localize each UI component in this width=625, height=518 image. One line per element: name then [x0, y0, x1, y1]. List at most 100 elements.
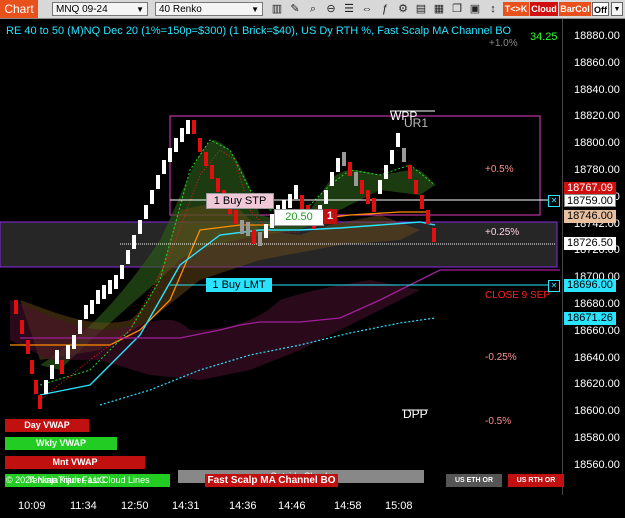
price-tick: 18680.00	[574, 298, 620, 310]
buy-stp-order-label[interactable]: 1 Buy STP	[206, 193, 274, 209]
chart-title: RE 40 to 50 (M)NQ Dec 20 (1%=150p=$300) …	[6, 25, 512, 37]
ur1-label: UR1	[404, 116, 429, 130]
renko-brick	[366, 190, 370, 204]
instrument-selector[interactable]: MNQ 09-24 ▼	[52, 2, 148, 16]
renko-brick	[210, 165, 214, 179]
templates-icon[interactable]: ▦	[432, 2, 446, 16]
pin-icon[interactable]: ↕	[486, 2, 500, 16]
renko-brick	[378, 180, 382, 194]
price-tick: 18860.00	[574, 56, 620, 69]
renko-brick	[14, 300, 18, 314]
day-vwap-label: Day VWAP	[5, 419, 89, 432]
time-tick: 14:31	[172, 500, 200, 512]
time-tick: 14:36	[229, 500, 257, 512]
price-tick: 18600.00	[574, 405, 620, 418]
mnt-vwap-label: Mnt VWAP	[5, 456, 145, 469]
instrument-value: MNQ 09-24	[56, 4, 108, 15]
time-tick: 15:08	[385, 500, 413, 512]
strategies-icon[interactable]: ⚙	[396, 2, 410, 16]
renko-brick	[234, 210, 238, 224]
cancel-lmt-icon[interactable]: ✕	[548, 280, 560, 292]
buy-lmt-order-label[interactable]: 1 Buy LMT	[206, 278, 272, 292]
renko-brick	[26, 340, 30, 354]
renko-brick	[330, 172, 334, 186]
renko-brick	[168, 148, 172, 162]
renko-brick	[198, 138, 202, 152]
renko-brick	[300, 195, 304, 209]
renko-brick	[156, 175, 160, 189]
renko-brick	[55, 350, 59, 364]
dpp-label: DPP	[403, 407, 428, 421]
indicators-icon[interactable]: ƒ	[378, 2, 392, 16]
price-tick: 18560.00	[574, 458, 620, 471]
window-icon[interactable]: ❐	[450, 2, 464, 16]
renko-brick	[396, 133, 400, 147]
renko-brick	[204, 152, 208, 166]
renko-brick	[246, 222, 250, 236]
renko-brick	[50, 365, 54, 379]
time-tick: 12:50	[121, 500, 149, 512]
plus-05-label: +0.5%	[485, 164, 514, 175]
renko-brick	[126, 250, 130, 264]
time-tick: 11:34	[70, 500, 97, 512]
renko-brick	[324, 190, 328, 204]
price-box-3: 18746.00	[564, 210, 616, 223]
renko-brick	[60, 360, 64, 374]
price-tick: 18660.00	[574, 324, 620, 337]
buy-stp-qty-label[interactable]: 1	[323, 209, 337, 224]
renko-brick	[258, 232, 262, 246]
renko-brick	[132, 235, 136, 249]
time-tick: 14:58	[334, 500, 362, 512]
off-dropdown-chevron-icon[interactable]: ▼	[611, 2, 623, 16]
fast-scalp-label: Fast Scalp MA Channel BO	[205, 474, 338, 487]
us-rth-or-label: US RTH OR	[508, 474, 564, 487]
scroll-icon[interactable]: ⇔	[360, 2, 374, 16]
renko-brick	[342, 152, 346, 166]
renko-brick	[96, 290, 100, 304]
bar-type-selector[interactable]: 40 Renko ▼	[155, 2, 263, 16]
draw-tool-icon[interactable]: ✎	[288, 2, 302, 16]
renko-brick	[408, 165, 412, 179]
renko-brick	[186, 120, 190, 134]
barcol-toggle-button[interactable]: BarCol	[559, 2, 591, 16]
cancel-stp-icon[interactable]: ✕	[548, 195, 560, 207]
tk-toggle-button[interactable]: T<>K	[503, 2, 529, 16]
zoom-icon[interactable]: ⌕	[306, 2, 320, 16]
properties-icon[interactable]: ☰	[342, 2, 356, 16]
price-tick: 18780.00	[574, 164, 620, 176]
time-tick: 10:09	[18, 500, 46, 512]
price-tick: 18580.00	[574, 432, 620, 444]
renko-brick	[102, 285, 106, 299]
bar-style-icon[interactable]: ▥	[270, 2, 284, 16]
cloud-toggle-button[interactable]: Cloud	[530, 2, 558, 16]
price-box-5: 18696.00	[564, 279, 616, 292]
renko-brick	[402, 148, 406, 162]
renko-brick	[138, 220, 142, 234]
price-box-6: 18671.26	[564, 312, 616, 325]
lock-icon[interactable]: ▣	[468, 2, 482, 16]
renko-brick	[372, 198, 376, 212]
time-tick: 14:46	[278, 500, 306, 512]
zoom-out-icon[interactable]: ⊖	[324, 2, 338, 16]
chevron-down-icon: ▼	[136, 5, 144, 14]
price-box-2: 18759.00	[564, 194, 616, 207]
renko-brick	[420, 195, 424, 209]
price-box-4: 18726.50	[564, 237, 616, 250]
us-eth-or-label: US ETH OR	[446, 474, 502, 487]
renko-brick	[150, 190, 154, 204]
renko-brick	[72, 335, 76, 349]
plus-1-label: +1.0%	[489, 38, 518, 49]
renko-brick	[20, 320, 24, 334]
tenkan-label: Tenkan Kijun Fast Cloud Lines	[28, 475, 150, 485]
price-tick: 18880.00	[574, 30, 620, 42]
chart-menu-button[interactable]: Chart	[0, 0, 38, 18]
off-toggle-button[interactable]: Off	[592, 2, 609, 16]
renko-brick	[288, 194, 292, 208]
renko-brick	[180, 128, 184, 142]
renko-brick	[252, 230, 256, 244]
chart-trader-icon[interactable]: ▤	[414, 2, 428, 16]
buy-stp-price-label[interactable]: 20.50	[274, 209, 324, 226]
minus-05-label: -0.5%	[485, 416, 512, 427]
renko-brick	[240, 220, 244, 234]
renko-brick	[78, 320, 82, 334]
